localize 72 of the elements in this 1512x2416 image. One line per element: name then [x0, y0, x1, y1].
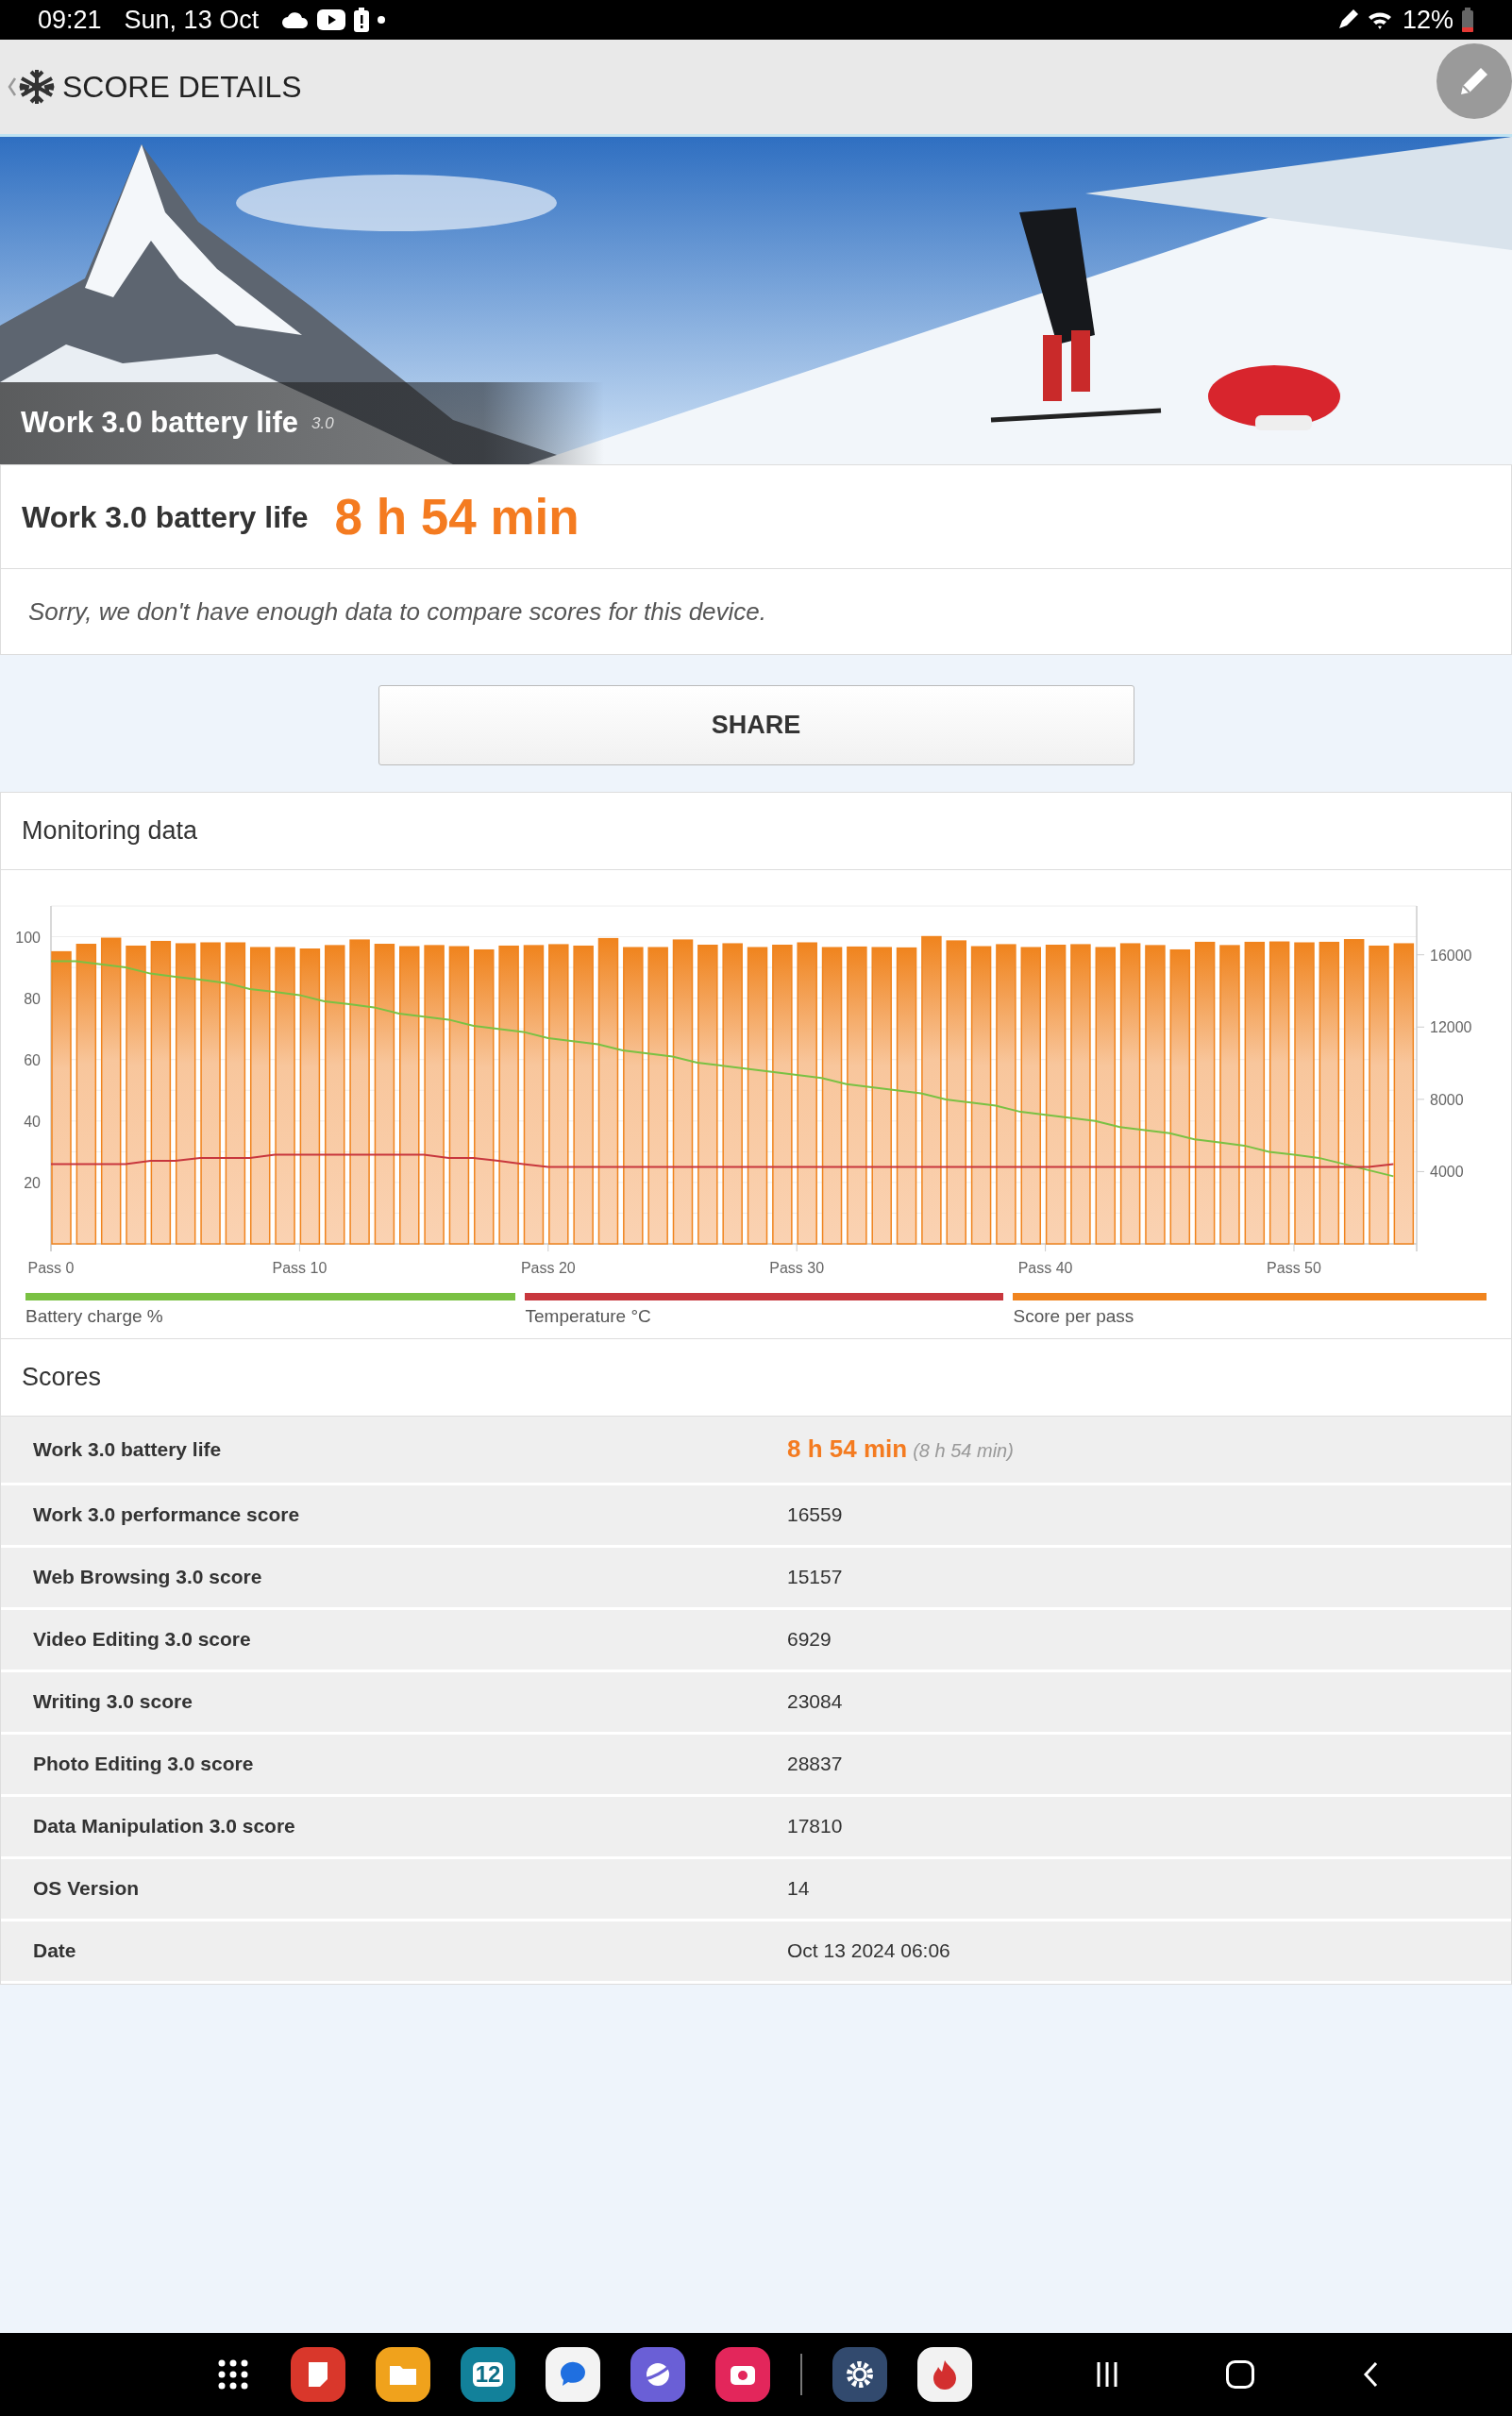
score-value: 6929 — [786, 1627, 832, 1653]
time-text: 09:21 — [38, 4, 102, 36]
axis-label: 40 — [24, 1113, 41, 1130]
messages-app-button[interactable] — [546, 2347, 600, 2402]
recent-apps-button[interactable] — [1097, 2362, 1117, 2387]
axis-label: Pass 20 — [520, 1260, 576, 1276]
axis-label: 4000 — [1430, 1164, 1464, 1181]
score-value: 23084 — [786, 1689, 844, 1715]
axis-label: 100 — [15, 929, 41, 946]
settings-app-glyph-icon — [844, 2358, 876, 2391]
calendar-app-button[interactable]: 12 — [461, 2347, 515, 2402]
notes-app-button[interactable] — [291, 2347, 345, 2402]
section-title: Monitoring data — [22, 815, 198, 847]
axis-label: 16000 — [1430, 947, 1472, 964]
axis-label: Pass 30 — [769, 1260, 825, 1276]
score-value: 17810 — [786, 1814, 844, 1839]
apps-grid-icon — [217, 2358, 249, 2391]
battery-percent: 12% — [1402, 4, 1453, 36]
score-label: OS Version — [32, 1876, 141, 1902]
axis-label: 60 — [24, 1051, 41, 1068]
axis-label: Pass 40 — [1017, 1260, 1073, 1276]
recent-apps-icon — [1097, 2362, 1117, 2387]
cloud-icon — [281, 10, 311, 29]
result-label: Work 3.0 battery life — [22, 498, 309, 536]
score-value: 14 — [786, 1876, 811, 1902]
battery-alert-icon — [353, 8, 371, 32]
snowflake-icon — [17, 67, 57, 107]
score-value: 8 h 54 min — [786, 1434, 908, 1465]
back-nav-button[interactable] — [1363, 2361, 1378, 2388]
axis-label: Pass 0 — [27, 1260, 75, 1276]
back-nav-icon — [1363, 2361, 1378, 2388]
flame-app-button[interactable] — [917, 2347, 972, 2402]
page-title: SCORE DETAILS — [62, 69, 302, 106]
settings-app-button[interactable] — [832, 2347, 887, 2402]
score-note: (8 h 54 min) — [913, 1439, 1014, 1463]
score-label: Data Manipulation 3.0 score — [32, 1814, 296, 1839]
date-text: Sun, 13 Oct — [124, 4, 260, 36]
score-label: Work 3.0 performance score — [32, 1502, 301, 1528]
dot-icon — [378, 16, 386, 24]
score-label: Photo Editing 3.0 score — [32, 1752, 255, 1777]
home-button[interactable] — [1226, 2360, 1254, 2389]
planet-app-button[interactable] — [630, 2347, 685, 2402]
legend-label: Score per pass — [1013, 1305, 1135, 1328]
axis-label: 80 — [24, 990, 41, 1007]
hero-title: Work 3.0 battery life — [21, 405, 299, 442]
score-value: 15157 — [786, 1565, 844, 1590]
result-value: 8 h 54 min — [334, 487, 580, 546]
play-icon — [317, 9, 346, 30]
legend-label: Temperature °C — [525, 1305, 652, 1328]
score-value: Oct 13 2024 06:06 — [786, 1938, 951, 1964]
axis-label: 8000 — [1430, 1091, 1464, 1108]
share-button[interactable]: SHARE — [378, 685, 1134, 765]
section-title: Scores — [22, 1361, 102, 1393]
back-chevron-icon — [8, 76, 17, 97]
version-text: 3.0 — [311, 412, 334, 434]
legend-label: Battery charge % — [25, 1305, 164, 1328]
score-label: Date — [32, 1938, 77, 1964]
axis-label: 20 — [24, 1174, 41, 1191]
axis-label: Pass 10 — [272, 1260, 328, 1276]
axis-label: Pass 50 — [1267, 1260, 1321, 1276]
score-label: Work 3.0 battery life — [32, 1436, 223, 1462]
camera-app-button[interactable] — [715, 2347, 770, 2402]
home-icon — [1226, 2360, 1254, 2389]
score-value: 28837 — [786, 1752, 844, 1777]
score-value: 16559 — [786, 1502, 844, 1528]
folder-app-button[interactable] — [376, 2347, 430, 2402]
battery-icon — [1461, 8, 1474, 32]
notice-text: Sorry, we don't have enough data to compare scores for this device. — [28, 596, 767, 628]
score-label: Web Browsing 3.0 score — [32, 1565, 263, 1590]
score-label: Video Editing 3.0 score — [32, 1627, 252, 1653]
axis-label: 12000 — [1430, 1019, 1472, 1036]
score-label: Writing 3.0 score — [32, 1689, 193, 1715]
